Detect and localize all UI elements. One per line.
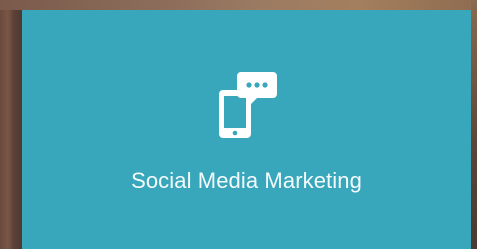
card-title: Social Media Marketing <box>131 168 362 193</box>
background-photo-top <box>0 0 477 10</box>
background-photo-edge <box>471 0 477 249</box>
mobile-chat-icon <box>218 72 277 138</box>
social-media-marketing-card[interactable]: Social Media Marketing <box>22 10 471 249</box>
